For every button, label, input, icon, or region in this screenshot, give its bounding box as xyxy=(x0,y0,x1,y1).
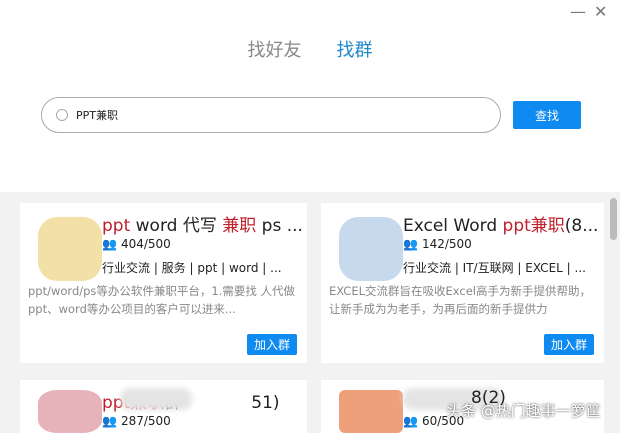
member-count: 👥 142/500 xyxy=(403,237,472,251)
scrollbar-thumb[interactable] xyxy=(610,198,617,240)
title-highlight: 兼职 xyxy=(222,216,257,236)
member-count-value: 142/500 xyxy=(421,237,472,251)
title-text: 51) xyxy=(251,393,280,413)
search-input[interactable]: PPT兼职 xyxy=(41,97,501,133)
group-title: Excel Word ppt兼职(8... xyxy=(403,211,603,236)
tab-find-groups[interactable]: 找群 xyxy=(337,36,373,62)
header: — ✕ 找好友 找群 PPT兼职 查找 xyxy=(0,0,620,192)
title-text: (8... xyxy=(564,216,599,236)
title-text: word 代写 xyxy=(135,216,223,236)
close-button[interactable]: ✕ xyxy=(594,2,607,21)
people-icon: 👥 xyxy=(102,414,117,428)
group-card[interactable]: Excel Word ppt兼职(8... 👥 142/500 行业交流 | IT… xyxy=(321,203,604,363)
group-tags: 行业交流 | IT/互联网 | EXCEL | ... xyxy=(403,261,586,275)
watermark: 头条 @热门趣事一箩筐 xyxy=(446,402,601,420)
tabs: 找好友 找群 xyxy=(0,36,620,62)
people-icon: 👥 xyxy=(403,237,418,251)
redaction xyxy=(120,388,192,410)
group-title: ppt word 代写 兼职 ps ... xyxy=(102,211,302,236)
group-card[interactable]: ppt兼职群51) 👥287/500 xyxy=(20,380,307,433)
title-text: ps ... xyxy=(256,216,302,236)
group-avatar xyxy=(38,390,102,433)
group-avatar xyxy=(339,217,403,281)
member-count: 👥 404/500 xyxy=(102,237,171,251)
join-group-button[interactable]: 加入群 xyxy=(543,334,594,355)
title-highlight: ppt xyxy=(102,216,131,236)
group-tags: 行业交流 | 服务 | ppt | word | ... xyxy=(102,261,282,275)
title-highlight: ppt兼职 xyxy=(502,216,565,236)
search-icon xyxy=(56,109,68,121)
group-results: ppt word 代写 兼职 ps ... 👥 404/500 行业交流 | 服务… xyxy=(0,192,620,433)
join-group-button[interactable]: 加入群 xyxy=(246,334,297,355)
tab-find-friends[interactable]: 找好友 xyxy=(247,36,301,62)
group-avatar xyxy=(339,390,403,433)
search-value: PPT兼职 xyxy=(76,109,118,122)
minimize-button[interactable]: — xyxy=(570,2,586,21)
find-button[interactable]: 查找 xyxy=(513,101,581,129)
member-count: 👥 287/500 xyxy=(102,414,171,428)
people-icon: 👥 xyxy=(102,237,117,251)
people-icon: 👥 xyxy=(403,414,418,428)
group-card[interactable]: ppt word 代写 兼职 ps ... 👥 404/500 行业交流 | 服务… xyxy=(20,203,307,363)
group-description: EXCEL交流群旨在吸收Excel高手为新手提供帮助，让新手成为为老手，为再后面… xyxy=(329,284,591,316)
member-count-value: 404/500 xyxy=(120,237,171,251)
title-text: Excel Word xyxy=(403,216,503,236)
member-count-value: 287/500 xyxy=(120,414,171,428)
group-description: ppt/word/ps等办公软件兼职平台，1.需要找 人代做ppt、word等办… xyxy=(28,284,296,316)
group-avatar xyxy=(38,217,102,281)
